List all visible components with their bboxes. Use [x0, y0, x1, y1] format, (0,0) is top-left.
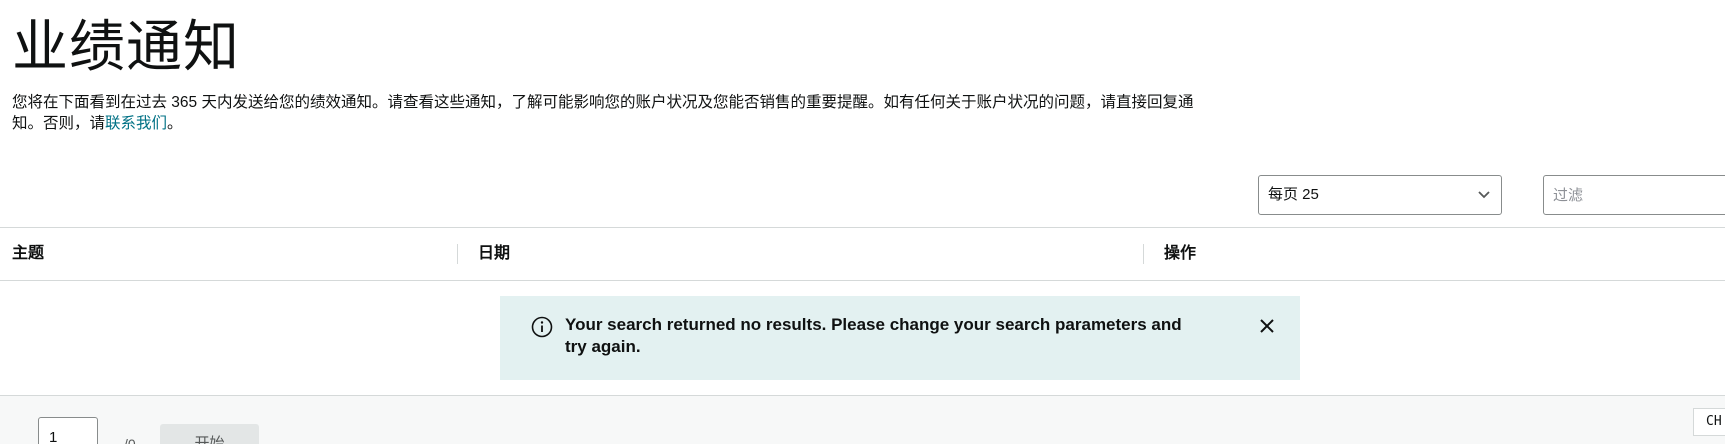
language-badge[interactable]: CH	[1693, 408, 1725, 436]
chevron-down-icon	[1478, 191, 1490, 199]
alert-message: Your search returned no results. Please …	[565, 315, 1182, 356]
column-header-subject[interactable]: 主题	[12, 228, 44, 280]
page-title: 业绩通知	[12, 15, 240, 78]
column-header-actions: 操作	[1164, 245, 1197, 262]
page-number-input[interactable]	[38, 417, 98, 444]
filter-input[interactable]	[1543, 175, 1725, 215]
go-button[interactable]: 开始	[160, 424, 259, 444]
table-header: 主题 日期 操作	[0, 227, 1725, 281]
page: 业绩通知 您将在下面看到在过去 365 天内发送给您的绩效通知。请查看这些通知，…	[0, 0, 1725, 444]
close-icon[interactable]	[1257, 316, 1277, 336]
column-divider	[457, 244, 458, 264]
no-results-alert: Your search returned no results. Please …	[500, 296, 1300, 380]
column-divider	[1143, 244, 1144, 264]
contact-us-link[interactable]: 联系我们	[105, 115, 167, 132]
pagination-bar: /0 开始	[0, 395, 1725, 444]
info-icon	[531, 316, 553, 338]
column-header-date[interactable]: 日期	[478, 228, 510, 280]
page-description: 您将在下面看到在过去 365 天内发送给您的绩效通知。请查看这些通知，了解可能影…	[12, 92, 1212, 134]
description-end: 。	[167, 115, 183, 132]
description-text: 您将在下面看到在过去 365 天内发送给您的绩效通知。请查看这些通知，了解可能影…	[12, 94, 1194, 132]
per-page-value: 每页 25	[1268, 186, 1319, 203]
page-count: /0	[124, 436, 136, 444]
per-page-select[interactable]: 每页 25	[1258, 175, 1502, 215]
